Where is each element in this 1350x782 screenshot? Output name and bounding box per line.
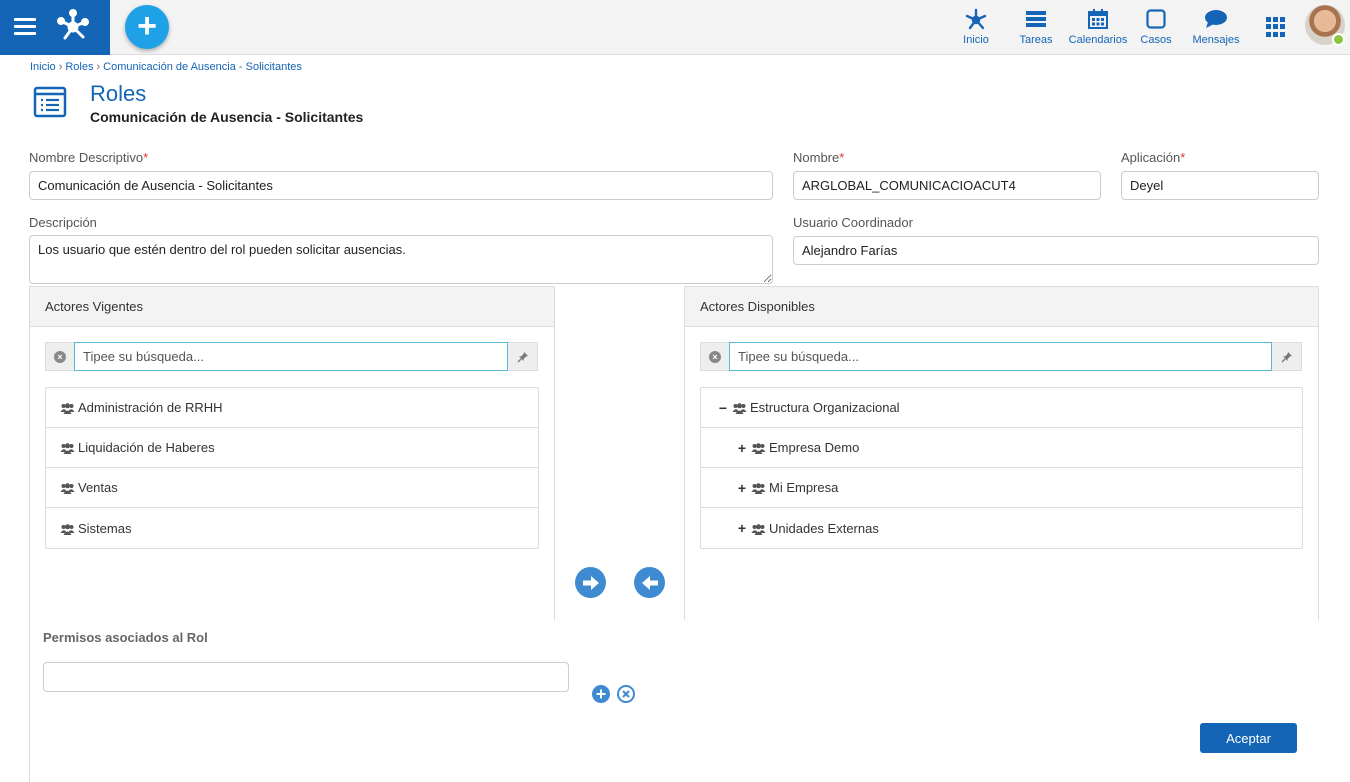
arrow-right-icon xyxy=(582,575,599,590)
actores-disponibles-tree: − Estructura Organizacional + Empresa Demo… xyxy=(700,387,1303,549)
logo-icon[interactable] xyxy=(55,8,91,44)
calendar-icon xyxy=(1088,9,1108,29)
move-right-button[interactable] xyxy=(575,567,606,598)
clear-search-icon[interactable]: × xyxy=(45,342,74,371)
add-permission-button[interactable] xyxy=(592,685,610,703)
expand-icon[interactable]: + xyxy=(736,480,748,496)
network-icon xyxy=(965,8,987,30)
accept-button[interactable]: Aceptar xyxy=(1200,723,1297,753)
group-icon xyxy=(751,523,766,535)
group-icon xyxy=(60,402,75,414)
list-item[interactable]: Ventas xyxy=(46,468,538,508)
nav-inicio[interactable]: Inicio xyxy=(956,6,996,52)
breadcrumb-roles[interactable]: Roles xyxy=(65,61,93,73)
actores-disponibles-search-input[interactable] xyxy=(729,342,1272,371)
list-item[interactable]: Administración de RRHH xyxy=(46,388,538,428)
arrow-left-icon xyxy=(641,575,658,590)
list-item-label: Administración de RRHH xyxy=(78,400,223,415)
tree-node[interactable]: + Unidades Externas xyxy=(701,508,1302,548)
aplicacion-field[interactable] xyxy=(1121,171,1319,200)
top-bar: + Inicio Tareas Calendarios Casos Mensaj… xyxy=(0,0,1350,55)
group-icon xyxy=(751,442,766,454)
tree-node-label: Mi Empresa xyxy=(769,480,839,495)
list-item[interactable]: Sistemas xyxy=(46,508,538,548)
nav-label: Mensajes xyxy=(1192,34,1240,46)
close-icon xyxy=(622,690,630,698)
tree-node-label: Estructura Organizacional xyxy=(750,400,900,415)
plus-icon xyxy=(596,689,606,699)
usuario-coordinador-label: Usuario Coordinador xyxy=(793,215,913,230)
group-icon xyxy=(751,482,766,494)
nav-calendarios[interactable]: Calendarios xyxy=(1066,6,1130,52)
breadcrumb-current[interactable]: Comunicación de Ausencia - Solicitantes xyxy=(103,61,302,73)
permisos-title: Permisos asociados al Rol xyxy=(43,630,208,645)
nav-label: Inicio xyxy=(963,34,989,46)
nav-label: Calendarios xyxy=(1068,34,1128,46)
messages-icon xyxy=(1205,10,1227,28)
chevron-right-icon: › xyxy=(58,61,63,73)
cases-icon xyxy=(1146,9,1166,29)
collapse-icon[interactable]: − xyxy=(717,400,729,416)
tree-node[interactable]: + Empresa Demo xyxy=(701,428,1302,468)
brand-area xyxy=(0,0,110,55)
actores-vigentes-list: Administración de RRHH Liquidación de Ha… xyxy=(45,387,539,549)
clear-search-icon[interactable]: × xyxy=(700,342,729,371)
tree-node[interactable]: − Estructura Organizacional xyxy=(701,388,1302,428)
descripcion-field[interactable]: Los usuario que estén dentro del rol pue… xyxy=(29,235,773,284)
nav-mensajes[interactable]: Mensajes xyxy=(1190,6,1242,52)
list-item-label: Liquidación de Haberes xyxy=(78,440,215,455)
remove-permission-button[interactable] xyxy=(617,685,635,703)
list-item-label: Ventas xyxy=(78,480,118,495)
page-title: Roles xyxy=(90,81,147,106)
nombre-label: Nombre* xyxy=(793,150,845,165)
group-icon xyxy=(60,442,75,454)
nombre-descriptivo-label: Nombre Descriptivo* xyxy=(29,150,149,165)
expand-icon[interactable]: + xyxy=(736,520,748,536)
nav-casos[interactable]: Casos xyxy=(1138,6,1174,52)
online-status-icon xyxy=(1332,33,1345,46)
usuario-coordinador-field[interactable] xyxy=(793,236,1319,265)
descripcion-label: Descripción xyxy=(29,215,97,230)
pin-icon[interactable] xyxy=(1272,342,1302,371)
nav-label: Casos xyxy=(1140,34,1172,46)
group-icon xyxy=(732,402,747,414)
tree-node[interactable]: + Mi Empresa xyxy=(701,468,1302,508)
add-button[interactable]: + xyxy=(125,5,169,49)
nav-label: Tareas xyxy=(1019,34,1053,46)
permisos-field[interactable] xyxy=(43,662,569,692)
group-icon xyxy=(60,482,75,494)
chevron-right-icon: › xyxy=(96,61,101,73)
menu-icon[interactable] xyxy=(14,18,36,36)
move-left-button[interactable] xyxy=(634,567,665,598)
nombre-field[interactable] xyxy=(793,171,1101,200)
apps-grid-icon[interactable] xyxy=(1266,17,1286,37)
actores-disponibles-title: Actores Disponibles xyxy=(685,287,1318,327)
pin-icon[interactable] xyxy=(508,342,538,371)
actores-disponibles-search: × xyxy=(700,342,1302,373)
actores-vigentes-title: Actores Vigentes xyxy=(30,287,554,327)
divider xyxy=(29,620,30,782)
breadcrumb: Inicio › Roles › Comunicación de Ausencia - … xyxy=(30,61,302,73)
roles-form-icon xyxy=(33,86,67,118)
actores-vigentes-search-input[interactable] xyxy=(74,342,508,371)
page-subtitle: Comunicación de Ausencia - Solicitantes xyxy=(90,109,364,125)
tree-node-label: Unidades Externas xyxy=(769,520,879,536)
actores-vigentes-search: × xyxy=(45,342,539,373)
list-item-label: Sistemas xyxy=(78,520,132,536)
nav-tareas[interactable]: Tareas xyxy=(1016,6,1056,52)
aplicacion-label: Aplicación* xyxy=(1121,150,1186,165)
list-item[interactable]: Liquidación de Haberes xyxy=(46,428,538,468)
breadcrumb-inicio[interactable]: Inicio xyxy=(30,61,56,73)
tasks-icon xyxy=(1026,11,1046,27)
expand-icon[interactable]: + xyxy=(736,440,748,456)
group-icon xyxy=(60,523,75,535)
nombre-descriptivo-field[interactable] xyxy=(29,171,773,200)
tree-node-label: Empresa Demo xyxy=(769,440,860,455)
